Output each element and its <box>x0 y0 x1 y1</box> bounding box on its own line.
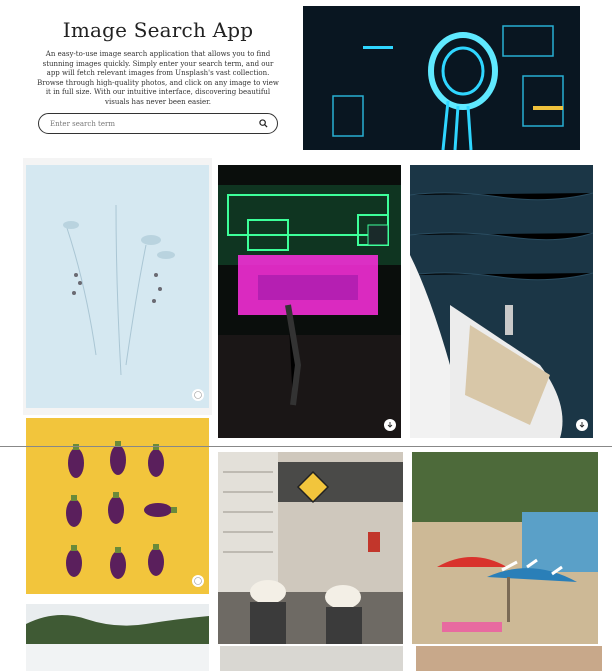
eggplants-photo <box>26 418 209 594</box>
beach-photo <box>412 452 598 644</box>
download-button[interactable] <box>576 419 588 431</box>
download-icon <box>579 422 585 428</box>
search-bar <box>38 113 278 134</box>
train-station-photo <box>218 452 403 644</box>
gallery-tile-5[interactable] <box>218 452 403 644</box>
app-title: Image Search App <box>62 18 254 42</box>
flowers-photo <box>26 165 209 408</box>
download-button[interactable] <box>384 419 396 431</box>
gallery-tile-9[interactable] <box>416 646 602 671</box>
gallery-tile-7[interactable] <box>26 604 209 671</box>
search-icon <box>258 119 268 128</box>
gallery-tile-2[interactable] <box>218 165 401 438</box>
gallery-tile-1[interactable] <box>26 165 209 408</box>
gallery-tile-6[interactable] <box>412 452 598 644</box>
neon-street-photo <box>218 165 401 438</box>
gallery-tile-4[interactable] <box>26 418 209 594</box>
app-description: An easy-to-use image search application … <box>37 50 279 106</box>
gallery-tile-8[interactable] <box>220 646 403 671</box>
app-header: Image Search App An easy-to-use image se… <box>36 18 280 108</box>
download-button[interactable] <box>192 389 204 401</box>
download-icon <box>387 422 393 428</box>
download-icon <box>194 391 202 399</box>
page-divider-line <box>0 446 612 447</box>
hero-image <box>303 6 580 150</box>
search-button[interactable] <box>257 118 269 130</box>
search-input[interactable] <box>50 119 257 128</box>
forest-photo <box>26 604 209 671</box>
hero-neon-art <box>303 6 580 150</box>
download-icon <box>194 577 202 585</box>
gallery-tile-3[interactable] <box>410 165 593 438</box>
download-button[interactable] <box>192 575 204 587</box>
boat-sea-photo <box>410 165 593 438</box>
